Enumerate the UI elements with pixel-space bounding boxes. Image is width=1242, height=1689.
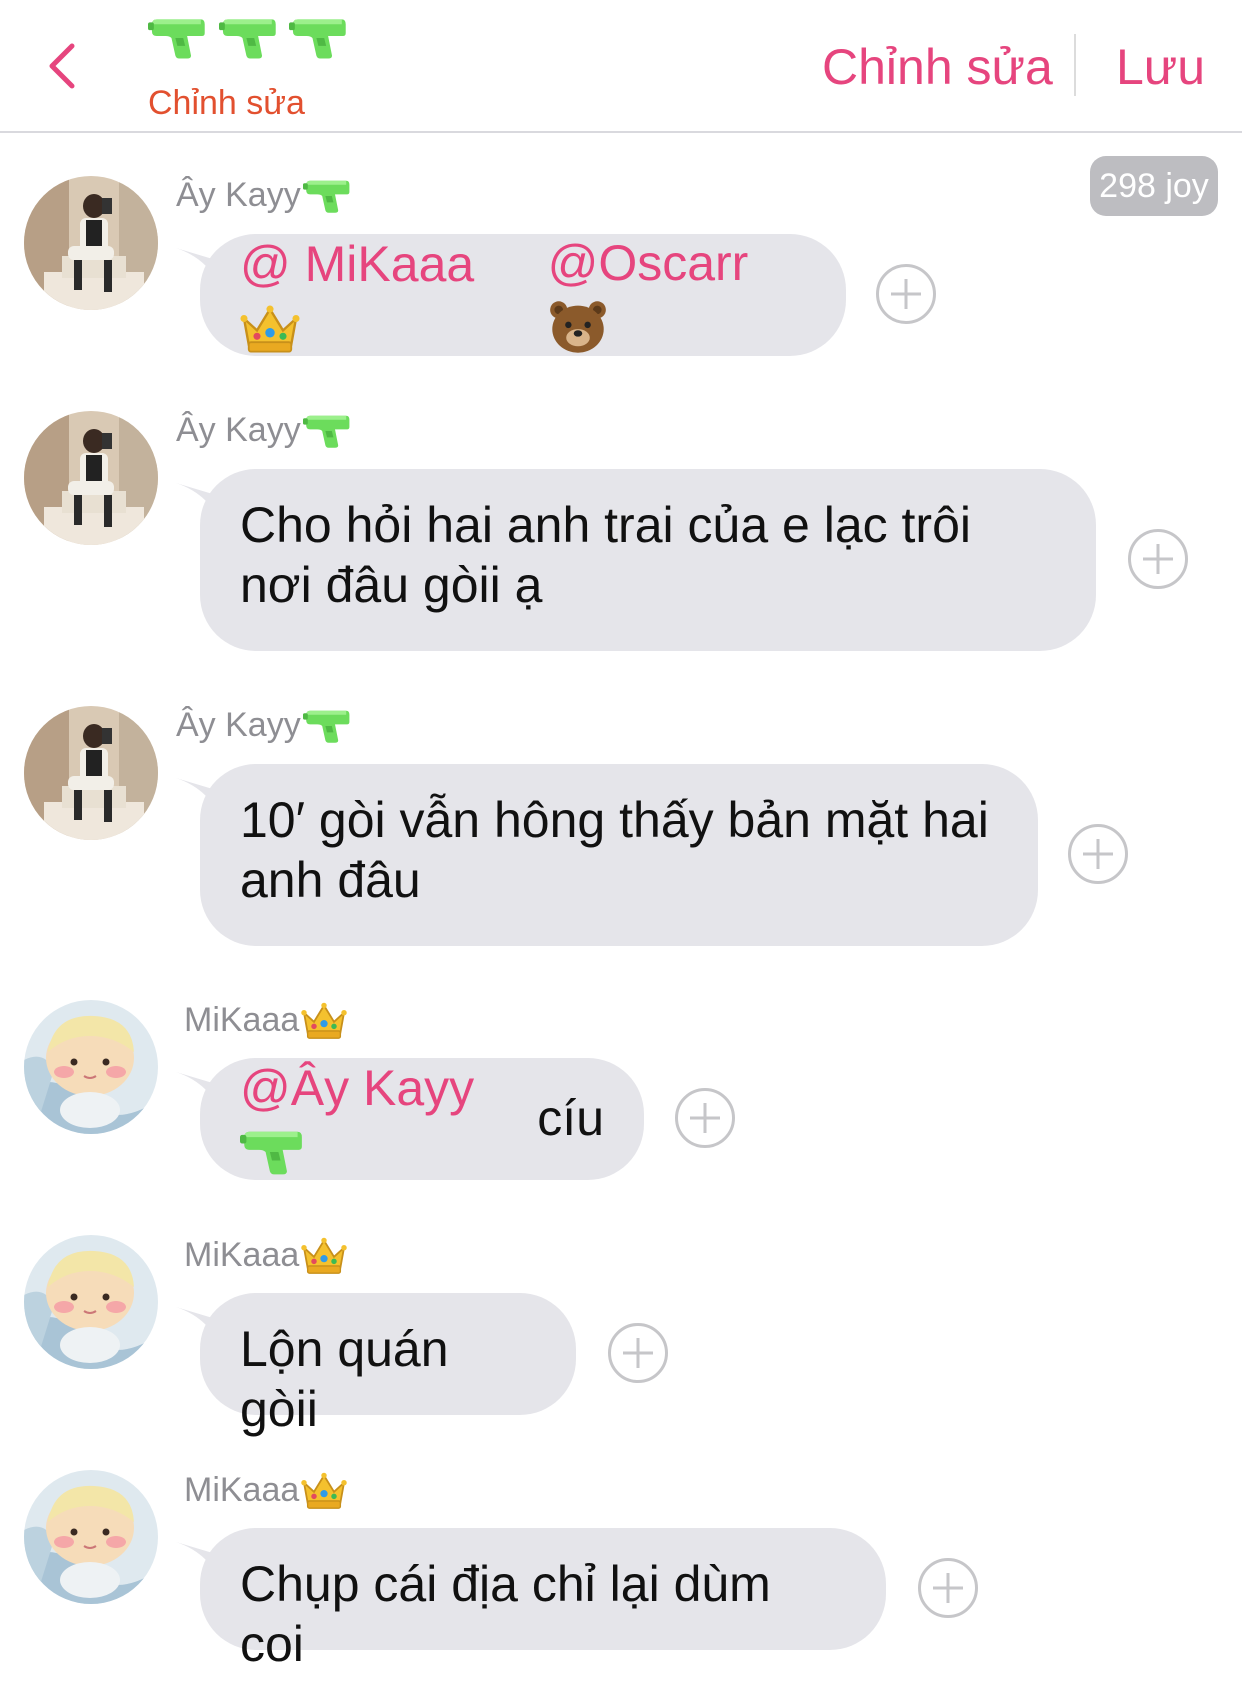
water-gun-icon xyxy=(148,14,207,62)
joy-badge: 298 joy xyxy=(1090,156,1218,216)
avatar-image xyxy=(24,1470,158,1604)
avatar-image xyxy=(24,1235,158,1369)
add-reaction-button[interactable] xyxy=(1128,529,1188,589)
add-reaction-button[interactable] xyxy=(1068,824,1128,884)
crown-icon xyxy=(301,1235,347,1275)
back-button[interactable] xyxy=(40,38,90,94)
avatar[interactable] xyxy=(24,1000,158,1134)
message-bubble[interactable]: Chụp cái địa chỉ lại dùm coi xyxy=(200,1528,886,1672)
sender-label: Ây Kayy xyxy=(176,411,301,449)
crown-icon xyxy=(240,302,300,354)
crown-icon xyxy=(301,1000,347,1040)
add-reaction-button[interactable] xyxy=(608,1323,668,1383)
mention-text: @ MiKaaa xyxy=(240,236,475,292)
mention-link[interactable]: @ MiKaaa xyxy=(240,234,532,354)
sender-name: Ây Kayy xyxy=(176,706,351,745)
title-icons xyxy=(148,14,348,74)
sender-name: Ây Kayy xyxy=(176,411,351,450)
header-title-group: Chỉnh sửa xyxy=(140,12,370,122)
mention-text: @Ây Kayy xyxy=(240,1060,475,1116)
mention-link[interactable]: @Ây Kayy xyxy=(240,1058,523,1178)
sender-name: MiKaaa xyxy=(184,1235,347,1275)
sender-label: Ây Kayy xyxy=(176,706,301,744)
sender-name: MiKaaa xyxy=(184,1000,347,1040)
water-gun-icon xyxy=(240,1127,304,1177)
message-bubble[interactable]: Lộn quán gòii xyxy=(200,1293,576,1437)
water-gun-icon xyxy=(303,708,351,744)
mention-link[interactable]: @Oscarr xyxy=(548,233,806,355)
avatar[interactable] xyxy=(24,411,158,545)
avatar[interactable] xyxy=(24,1235,158,1369)
sender-label: MiKaaa xyxy=(184,1470,300,1509)
edit-button[interactable]: Chỉnh sửa xyxy=(822,38,1053,96)
water-gun-icon xyxy=(303,178,351,214)
sender-label: MiKaaa xyxy=(184,1235,300,1274)
avatar[interactable] xyxy=(24,706,158,840)
message-bubble[interactable]: 10′ gòi vẫn hông thấy bản mặt hai anh đâ… xyxy=(200,764,1038,946)
mention-text: @Oscarr xyxy=(547,235,749,292)
message-bubble[interactable]: @Ây Kayy cíu xyxy=(200,1058,644,1180)
message-bubble[interactable]: Cho hỏi hai anh trai của e lạc trôi nơi … xyxy=(200,469,1096,651)
avatar-image xyxy=(24,411,158,545)
avatar-image xyxy=(24,1000,158,1134)
top-bar: Chỉnh sửa Chỉnh sửa Lưu xyxy=(0,0,1242,133)
sender-label: Ây Kayy xyxy=(176,176,301,214)
message-text: cíu xyxy=(537,1090,604,1146)
chevron-left-icon xyxy=(49,43,75,89)
sender-name: MiKaaa xyxy=(184,1470,347,1510)
sender-name: Ây Kayy xyxy=(176,176,351,215)
add-reaction-button[interactable] xyxy=(918,1558,978,1618)
page-title: Chỉnh sửa xyxy=(148,84,305,122)
avatar-image xyxy=(24,176,158,310)
avatar-image xyxy=(24,706,158,840)
sender-label: MiKaaa xyxy=(184,1000,300,1039)
header-divider xyxy=(1074,34,1076,96)
bear-icon xyxy=(548,299,608,355)
water-gun-icon xyxy=(219,14,278,62)
message-bubble[interactable]: @ MiKaaa @Oscarr xyxy=(200,234,846,356)
avatar[interactable] xyxy=(24,176,158,310)
crown-icon xyxy=(301,1470,347,1510)
add-reaction-button[interactable] xyxy=(675,1088,735,1148)
avatar[interactable] xyxy=(24,1470,158,1604)
water-gun-icon xyxy=(289,14,348,62)
add-reaction-button[interactable] xyxy=(876,264,936,324)
save-button[interactable]: Lưu xyxy=(1116,38,1205,96)
water-gun-icon xyxy=(303,413,351,449)
